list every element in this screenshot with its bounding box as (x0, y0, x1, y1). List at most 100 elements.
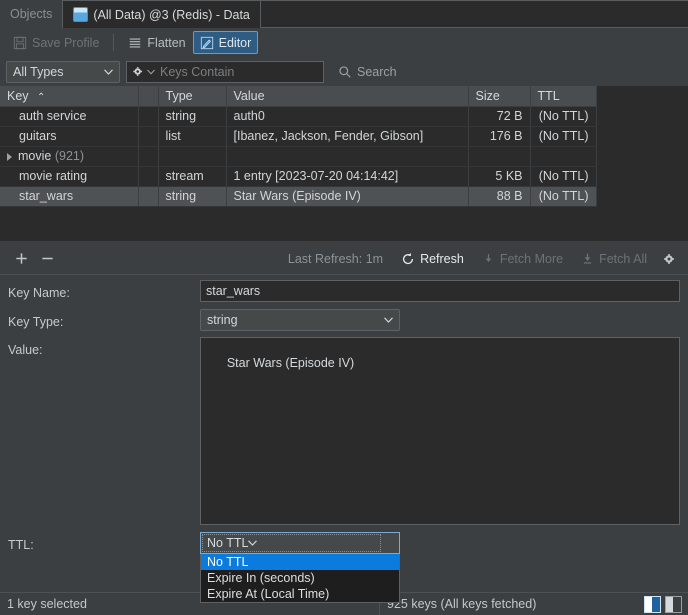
tab-bar: Objects (All Data) @3 (Redis) - Data (0, 0, 688, 28)
toggle-right-panel-button[interactable] (665, 595, 682, 613)
type-filter-select[interactable]: All Types (6, 60, 120, 83)
keys-table: Key ⌃ Type Value Size TTL auth service s… (0, 86, 597, 207)
save-profile-button[interactable]: Save Profile (6, 31, 106, 54)
keys-count-status: 925 keys (All keys fetched) (387, 597, 537, 611)
chevron-down-icon (104, 68, 113, 75)
key-name-input[interactable]: star_wars (200, 280, 680, 302)
cell-ttl (530, 146, 597, 167)
last-refresh-label: Last Refresh: 1m (287, 251, 384, 266)
chevron-down-icon[interactable] (147, 69, 155, 75)
ttl-option-expire-in[interactable]: Expire In (seconds) (201, 570, 399, 586)
redis-data-editor-window: Objects (All Data) @3 (Redis) - Data Sav… (0, 0, 688, 615)
cell-value: 1 entry [2023-07-20 04:14:42] (226, 166, 469, 187)
save-icon (13, 36, 27, 49)
expand-triangle-icon[interactable] (7, 152, 12, 161)
ttl-option-no-ttl[interactable]: No TTL (201, 554, 399, 570)
search-button-label: Search (357, 64, 397, 79)
cell-value: [Ibanez, Jackson, Fender, Gibson] (226, 126, 469, 147)
remove-key-button[interactable] (34, 246, 60, 272)
value-text: Star Wars (Episode IV) (226, 356, 355, 370)
cell-value: Star Wars (Episode IV) (226, 186, 469, 207)
toggle-left-panel-fill (645, 596, 652, 612)
flatten-icon (130, 37, 141, 48)
plus-icon (15, 253, 27, 264)
refresh-button[interactable]: Refresh (392, 247, 473, 271)
cell-key: star_wars (0, 186, 139, 207)
fetch-all-button[interactable]: Fetch All (572, 247, 656, 271)
search-button[interactable]: Search (338, 65, 397, 79)
ttl-label: TTL: (8, 538, 34, 552)
column-header-spacer[interactable] (138, 86, 159, 107)
key-type-label: Key Type: (8, 315, 64, 329)
table-row[interactable]: movie rating stream 1 entry [2023-07-20 … (0, 166, 597, 187)
ttl-selected-value: No TTL (207, 536, 249, 550)
keys-table-body: auth service string auth0 72 B (No TTL) … (0, 106, 597, 207)
editor-button[interactable]: Editor (192, 31, 259, 54)
toggle-right-panel-rest (672, 596, 681, 612)
tab-all-data[interactable]: (All Data) @3 (Redis) - Data (62, 0, 261, 28)
cell-size: 88 B (468, 186, 531, 207)
tab-bar-filler (259, 0, 688, 28)
cell-spacer (138, 106, 159, 127)
column-header-key[interactable]: Key ⌃ (0, 86, 139, 107)
edit-pencil-icon (200, 36, 213, 49)
cell-ttl: (No TTL) (530, 126, 597, 147)
fetch-more-button[interactable]: Fetch More (473, 247, 572, 271)
key-type-value: string (207, 313, 238, 327)
table-row[interactable]: auth service string auth0 72 B (No TTL) (0, 106, 597, 127)
keys-table-container[interactable]: Key ⌃ Type Value Size TTL auth service s… (0, 86, 688, 241)
refresh-bar: Last Refresh: 1m Refresh Fetch More Fetc… (0, 243, 688, 275)
type-filter-value: All Types (13, 64, 64, 79)
cell-type: stream (158, 166, 227, 187)
ttl-dropdown-list[interactable]: No TTL Expire In (seconds) Expire At (Lo… (200, 554, 400, 603)
chevron-down-icon (384, 317, 393, 323)
cell-key: guitars (0, 126, 139, 147)
column-header-value[interactable]: Value (226, 86, 469, 107)
cell-value: auth0 (226, 106, 469, 127)
refresh-controls: Last Refresh: 1m Refresh Fetch More Fetc… (279, 246, 688, 272)
flatten-label: Flatten (147, 35, 186, 50)
value-label: Value: (8, 343, 43, 357)
gear-icon[interactable] (132, 65, 145, 78)
cell-key: movie (921) (0, 146, 139, 167)
editor-label: Editor (218, 35, 252, 50)
table-row[interactable]: movie (921) (0, 146, 597, 167)
table-row[interactable]: guitars list [Ibanez, Jackson, Fender, G… (0, 126, 597, 147)
cell-ttl: (No TTL) (530, 186, 597, 207)
toggle-left-panel-button[interactable] (644, 595, 661, 613)
cell-key: movie rating (0, 166, 139, 187)
toggle-left-panel-rest (651, 596, 660, 612)
column-header-ttl[interactable]: TTL (530, 86, 597, 107)
add-key-button[interactable] (8, 246, 34, 272)
column-header-type[interactable]: Type (158, 86, 227, 107)
cell-size: 176 B (468, 126, 531, 147)
cell-size (468, 146, 531, 167)
flatten-button[interactable]: Flatten (121, 31, 192, 54)
filter-bar: All Types Keys Contain Search (0, 57, 688, 86)
toolbar-separator (113, 34, 115, 51)
tab-objects-label: Objects (10, 7, 53, 21)
key-name-label: Key Name: (8, 286, 70, 300)
value-textarea[interactable]: Star Wars (Episode IV) (200, 337, 680, 525)
column-header-size[interactable]: Size (468, 86, 531, 107)
cell-spacer (138, 146, 159, 167)
download-arrow-icon (485, 254, 492, 263)
download-all-icon (583, 253, 592, 264)
cell-type (158, 146, 227, 167)
ttl-select[interactable]: No TTL (200, 532, 400, 554)
key-type-select[interactable]: string (200, 309, 400, 331)
ttl-option-expire-at[interactable]: Expire At (Local Time) (201, 586, 399, 602)
cell-spacer (138, 186, 159, 207)
table-row-selected[interactable]: star_wars string Star Wars (Episode IV) … (0, 186, 597, 207)
cell-type: list (158, 126, 227, 147)
minus-icon (41, 257, 53, 260)
search-input[interactable]: Keys Contain (126, 60, 324, 83)
fetch-more-label: Fetch More (499, 251, 564, 266)
cell-value (226, 146, 469, 167)
cell-spacer (138, 166, 159, 187)
main-toolbar: Save Profile Flatten Editor (0, 28, 688, 57)
save-profile-label: Save Profile (32, 35, 100, 50)
cell-ttl: (No TTL) (530, 166, 597, 187)
settings-button[interactable] (656, 246, 682, 272)
tab-objects[interactable]: Objects (0, 0, 63, 28)
